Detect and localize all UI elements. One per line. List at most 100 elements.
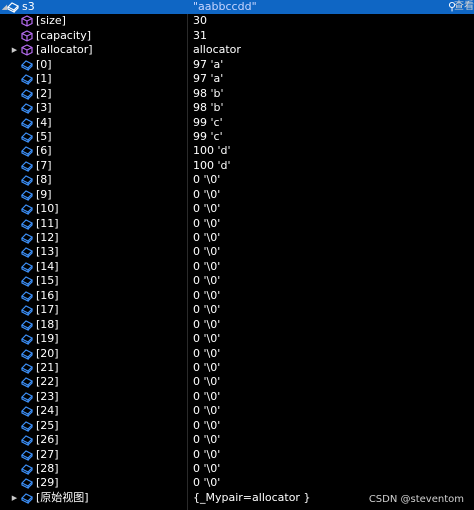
- value-cell[interactable]: 0 '\0': [190, 188, 474, 202]
- name-cell: [3]: [0, 101, 186, 115]
- variable-name: [20]: [36, 346, 59, 360]
- watch-row[interactable]: [5] 99 'c': [0, 130, 474, 144]
- variable-value: 0 '\0': [193, 317, 221, 331]
- watch-row[interactable]: [20] 0 '\0': [0, 347, 474, 361]
- value-cell[interactable]: 99 'c': [190, 130, 474, 144]
- watch-row[interactable]: ◢ s3 "aabbccdd" ⚲ 查看: [0, 0, 474, 15]
- watch-row[interactable]: [16] 0 '\0': [0, 289, 474, 303]
- value-cell[interactable]: 0 '\0': [190, 404, 474, 418]
- variable-name: [3]: [36, 101, 52, 115]
- value-cell[interactable]: 97 'a': [190, 58, 474, 72]
- value-cell[interactable]: 0 '\0': [190, 433, 474, 447]
- field-icon: [21, 392, 33, 403]
- variable-name: [12]: [36, 231, 59, 244]
- value-cell[interactable]: 0 '\0': [190, 289, 474, 303]
- watch-row[interactable]: [7] 100 'd': [0, 159, 474, 173]
- value-cell[interactable]: 0 '\0': [190, 231, 474, 245]
- expand-triangle-icon[interactable]: ▶: [10, 43, 19, 57]
- value-cell[interactable]: 0 '\0': [190, 347, 474, 361]
- variable-value: 0 '\0': [193, 274, 221, 288]
- watch-row[interactable]: [19] 0 '\0': [0, 332, 474, 346]
- watch-row[interactable]: [26] 0 '\0': [0, 433, 474, 447]
- watch-row[interactable]: [15] 0 '\0': [0, 274, 474, 288]
- watch-row[interactable]: [27] 0 '\0': [0, 448, 474, 462]
- variable-value: 98 'b': [193, 86, 224, 100]
- value-cell[interactable]: 0 '\0': [190, 390, 474, 404]
- value-cell[interactable]: 0 '\0': [190, 332, 474, 346]
- name-cell: [21]: [0, 361, 186, 375]
- value-cell[interactable]: 0 '\0': [190, 476, 474, 490]
- value-cell[interactable]: 0 '\0': [190, 361, 474, 375]
- value-cell[interactable]: 31: [190, 29, 474, 43]
- watch-row[interactable]: [4] 99 'c': [0, 116, 474, 130]
- variable-value: 100 'd': [193, 144, 231, 158]
- value-cell[interactable]: "aabbccdd" ⚲ 查看: [190, 0, 474, 14]
- variable-value: 0 '\0': [193, 476, 221, 490]
- value-cell[interactable]: 0 '\0': [190, 303, 474, 317]
- watch-row[interactable]: [10] 0 '\0': [0, 202, 474, 216]
- value-cell[interactable]: 100 'd': [190, 159, 474, 173]
- value-cell[interactable]: 0 '\0': [190, 217, 474, 231]
- watch-variable-icon: [7, 2, 19, 13]
- value-cell[interactable]: 0 '\0': [190, 462, 474, 476]
- watch-row[interactable]: [size] 30: [0, 14, 474, 28]
- value-cell[interactable]: 30: [190, 14, 474, 28]
- value-cell[interactable]: 100 'd': [190, 144, 474, 158]
- watch-row[interactable]: [29] 0 '\0': [0, 476, 474, 490]
- name-cell: ▶ [原始视图]: [0, 491, 186, 505]
- watch-row[interactable]: [8] 0 '\0': [0, 173, 474, 187]
- watch-row[interactable]: [14] 0 '\0': [0, 260, 474, 274]
- value-cell[interactable]: 0 '\0': [190, 274, 474, 288]
- variable-name: [原始视图]: [36, 490, 89, 504]
- watch-row[interactable]: [9] 0 '\0': [0, 188, 474, 202]
- name-cell: [25]: [0, 419, 186, 433]
- watch-row[interactable]: [13] 0 '\0': [0, 245, 474, 259]
- watch-row[interactable]: [25] 0 '\0': [0, 419, 474, 433]
- watch-row[interactable]: [17] 0 '\0': [0, 303, 474, 317]
- value-cell[interactable]: 0 '\0': [190, 419, 474, 433]
- variable-value: 98 'b': [193, 101, 224, 115]
- value-cell[interactable]: 98 'b': [190, 87, 474, 101]
- watch-row[interactable]: [21] 0 '\0': [0, 361, 474, 375]
- value-cell[interactable]: 0 '\0': [190, 318, 474, 332]
- name-cell: [29]: [0, 476, 186, 490]
- watch-row[interactable]: [11] 0 '\0': [0, 217, 474, 231]
- watch-row[interactable]: [28] 0 '\0': [0, 462, 474, 476]
- watch-row[interactable]: [6] 100 'd': [0, 144, 474, 158]
- watch-row[interactable]: [12] 0 '\0': [0, 231, 474, 245]
- variable-name: [7]: [36, 158, 52, 172]
- value-cell[interactable]: 0 '\0': [190, 202, 474, 216]
- variable-value: 0 '\0': [193, 433, 221, 447]
- watch-row[interactable]: [2] 98 'b': [0, 87, 474, 101]
- value-cell[interactable]: 98 'b': [190, 101, 474, 115]
- value-cell[interactable]: 99 'c': [190, 116, 474, 130]
- watch-row[interactable]: [capacity] 31: [0, 29, 474, 43]
- value-cell[interactable]: 97 'a': [190, 72, 474, 86]
- watch-row[interactable]: [22] 0 '\0': [0, 375, 474, 389]
- watch-row[interactable]: [18] 0 '\0': [0, 318, 474, 332]
- name-cell: [28]: [0, 462, 186, 476]
- value-cell[interactable]: 0 '\0': [190, 448, 474, 462]
- variable-value: 99 'c': [193, 129, 223, 143]
- watch-row[interactable]: [23] 0 '\0': [0, 390, 474, 404]
- value-cell[interactable]: 0 '\0': [190, 260, 474, 274]
- variable-value: 31: [193, 28, 207, 42]
- watch-row[interactable]: [24] 0 '\0': [0, 404, 474, 418]
- variable-name: [26]: [36, 433, 59, 447]
- watch-row[interactable]: [1] 97 'a': [0, 72, 474, 86]
- watch-row[interactable]: [3] 98 'b': [0, 101, 474, 115]
- expand-triangle-icon[interactable]: ▶: [10, 491, 19, 505]
- member-cube-icon: [21, 30, 33, 42]
- value-cell[interactable]: allocator: [190, 43, 474, 57]
- name-cell: [5]: [0, 130, 186, 144]
- value-cell[interactable]: 0 '\0': [190, 245, 474, 259]
- watch-row[interactable]: [0] 97 'a': [0, 58, 474, 72]
- watch-row[interactable]: ▶ [allocator] allocator: [0, 43, 474, 57]
- variable-value: "aabbccdd": [193, 0, 257, 13]
- view-button-label[interactable]: 查看: [454, 0, 474, 14]
- watch-rows: ◢ s3 "aabbccdd" ⚲ 查看 [size] 30 [capacity] 31 ▶ [al…: [0, 0, 474, 505]
- value-cell[interactable]: 0 '\0': [190, 173, 474, 187]
- value-cell[interactable]: 0 '\0': [190, 375, 474, 389]
- name-cell: [capacity]: [0, 29, 186, 43]
- field-icon: [21, 291, 33, 302]
